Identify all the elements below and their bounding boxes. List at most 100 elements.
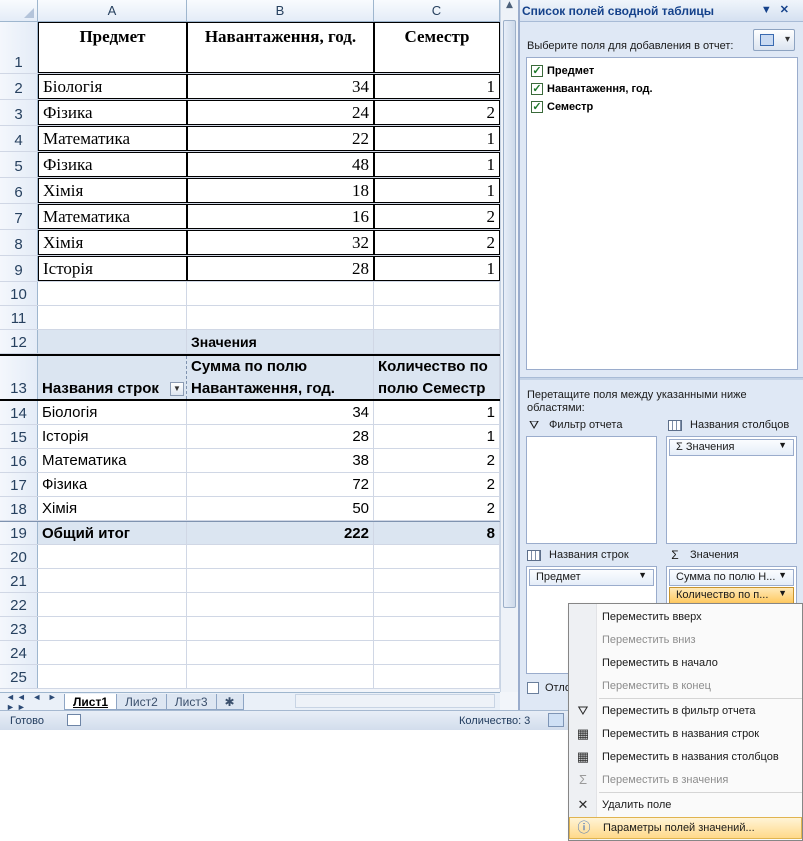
cell[interactable]: Общий итог xyxy=(38,522,187,544)
column-header-a[interactable]: A xyxy=(38,0,187,21)
row-header[interactable]: 23 xyxy=(0,617,38,640)
row-subject-chip[interactable]: Предмет ▼ xyxy=(529,569,654,586)
pane-menu-icon[interactable]: ▼ xyxy=(761,4,780,16)
row-header[interactable]: 15 xyxy=(0,425,38,448)
cell[interactable] xyxy=(187,306,374,329)
cell[interactable] xyxy=(374,617,500,640)
column-header-b[interactable]: B xyxy=(187,0,374,21)
menu-move-up[interactable]: Переместить вверх xyxy=(569,606,802,628)
defer-update[interactable]: Отло xyxy=(527,682,571,694)
cell[interactable] xyxy=(38,545,187,568)
cell[interactable]: Біологія xyxy=(38,74,187,99)
cell[interactable]: Математика xyxy=(38,204,187,229)
row-header[interactable]: 14 xyxy=(0,401,38,424)
cell[interactable]: 72 xyxy=(187,473,374,496)
cell[interactable] xyxy=(38,282,187,305)
row-header[interactable]: 18 xyxy=(0,497,38,520)
cell[interactable] xyxy=(374,545,500,568)
insert-sheet-icon[interactable]: ✱ xyxy=(215,693,244,710)
tab-nav-arrows-icon[interactable]: ◄◄ ◄ ► ►► xyxy=(0,692,64,712)
cell[interactable]: 1 xyxy=(374,401,500,424)
cell[interactable]: 1 xyxy=(374,152,500,177)
layout-button[interactable]: ▾ xyxy=(753,29,795,51)
cell[interactable]: Історія xyxy=(38,425,187,448)
cell[interactable]: 34 xyxy=(187,401,374,424)
macro-record-icon[interactable] xyxy=(67,714,81,726)
column-header-c[interactable]: C xyxy=(374,0,500,21)
cell[interactable]: Фізика xyxy=(38,100,187,125)
defer-checkbox[interactable] xyxy=(527,682,539,694)
menu-move-end[interactable]: Переместить в конец xyxy=(569,675,802,697)
cell[interactable]: 38 xyxy=(187,449,374,472)
value-sum-chip[interactable]: Сумма по полю Н... ▼ xyxy=(669,569,794,586)
cell[interactable]: Хімія xyxy=(38,230,187,255)
menu-to-columns[interactable]: ▦ Переместить в названия столбцов xyxy=(569,746,802,768)
column-labels-area[interactable]: Σ Значения ▼ xyxy=(666,436,797,544)
filter-dropdown-icon[interactable]: ▼ xyxy=(170,382,184,396)
checkbox-checked-icon[interactable]: ✓ xyxy=(531,65,543,77)
row-header[interactable]: 3 xyxy=(0,100,38,125)
cell[interactable] xyxy=(374,569,500,592)
cell[interactable]: 18 xyxy=(187,178,374,203)
cell[interactable]: 1 xyxy=(374,126,500,151)
field-item[interactable]: ✓ Предмет xyxy=(529,62,797,80)
cell[interactable] xyxy=(187,545,374,568)
cell[interactable]: Хімія xyxy=(38,178,187,203)
cell[interactable] xyxy=(38,593,187,616)
row-header[interactable]: 25 xyxy=(0,665,38,688)
cell[interactable]: 222 xyxy=(187,522,374,544)
cell[interactable]: 16 xyxy=(187,204,374,229)
cell[interactable]: 2 xyxy=(374,204,500,229)
value-count-chip[interactable]: Количество по п... ▼ xyxy=(669,587,794,604)
cell[interactable] xyxy=(187,282,374,305)
row-header[interactable]: 8 xyxy=(0,230,38,255)
cell[interactable]: 2 xyxy=(374,100,500,125)
cell[interactable] xyxy=(374,282,500,305)
scroll-thumb[interactable] xyxy=(503,20,516,608)
cell[interactable]: 22 xyxy=(187,126,374,151)
scroll-up-icon[interactable]: ▲ xyxy=(501,0,518,16)
sheet-tab-1[interactable]: Лист1 xyxy=(64,693,118,710)
cell[interactable]: Математика xyxy=(38,449,187,472)
cell[interactable] xyxy=(374,641,500,664)
cell[interactable]: 1 xyxy=(374,256,500,281)
pane-splitter[interactable] xyxy=(520,377,803,380)
field-item[interactable]: ✓ Семестр xyxy=(529,98,797,116)
checkbox-checked-icon[interactable]: ✓ xyxy=(531,83,543,95)
chevron-down-icon[interactable]: ▼ xyxy=(778,440,787,450)
row-header[interactable]: 6 xyxy=(0,178,38,203)
cell[interactable]: 1 xyxy=(374,178,500,203)
vertical-scrollbar[interactable]: ▲ xyxy=(500,0,518,692)
menu-remove-field[interactable]: ✕ Удалить поле xyxy=(569,794,802,816)
cell[interactable]: Предмет xyxy=(38,22,187,73)
pivot-sum-header[interactable]: Сумма по полю Навантаження, год. xyxy=(187,356,374,399)
cell[interactable]: 2 xyxy=(374,473,500,496)
select-all-corner[interactable] xyxy=(0,0,38,21)
row-header[interactable]: 17 xyxy=(0,473,38,496)
cell[interactable]: Хімія xyxy=(38,497,187,520)
cell[interactable] xyxy=(187,641,374,664)
row-header[interactable]: 7 xyxy=(0,204,38,229)
checkbox-checked-icon[interactable]: ✓ xyxy=(531,101,543,113)
cell[interactable]: 50 xyxy=(187,497,374,520)
chevron-down-icon[interactable]: ▼ xyxy=(638,570,647,580)
cell[interactable]: 32 xyxy=(187,230,374,255)
cell[interactable] xyxy=(38,617,187,640)
row-header[interactable]: 12 xyxy=(0,330,38,353)
cell[interactable]: 48 xyxy=(187,152,374,177)
close-icon[interactable]: ✕ xyxy=(780,4,797,16)
cell[interactable] xyxy=(374,306,500,329)
cell[interactable]: 34 xyxy=(187,74,374,99)
cell[interactable]: 24 xyxy=(187,100,374,125)
report-filter-area[interactable] xyxy=(526,436,657,544)
pivot-values-caption[interactable]: Значения xyxy=(187,330,374,353)
sheet-tab-3[interactable]: Лист3 xyxy=(165,693,217,710)
cell[interactable] xyxy=(187,665,374,688)
row-header[interactable]: 5 xyxy=(0,152,38,177)
row-header[interactable]: 21 xyxy=(0,569,38,592)
cell[interactable]: 28 xyxy=(187,425,374,448)
menu-to-rows[interactable]: ▦ Переместить в названия строк xyxy=(569,723,802,745)
menu-move-down[interactable]: Переместить вниз xyxy=(569,629,802,651)
row-header[interactable]: 13 xyxy=(0,356,38,399)
cell[interactable] xyxy=(38,569,187,592)
